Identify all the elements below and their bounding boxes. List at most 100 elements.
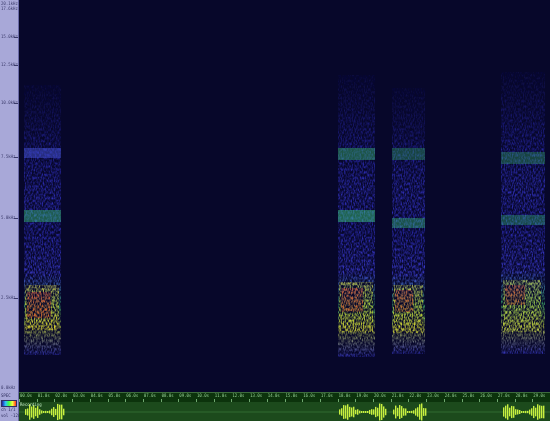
spectrogram-image xyxy=(24,72,545,357)
waveform-image xyxy=(19,403,550,421)
waveform-sample xyxy=(517,409,519,415)
waveform-sample xyxy=(527,410,529,414)
waveform-sample xyxy=(421,403,423,421)
waveform-sample xyxy=(405,408,407,416)
waveform-sample xyxy=(419,404,421,420)
energy-hotspots xyxy=(25,280,541,333)
waveform-sample xyxy=(361,411,363,413)
frequency-axis-top-sublabel: 17.6kHz xyxy=(1,6,18,11)
waveform-sample xyxy=(525,410,527,414)
time-tick-label: 19.0s xyxy=(356,393,369,398)
waveform-sample xyxy=(411,410,413,414)
waveform-sample xyxy=(39,409,41,415)
waveform-sample xyxy=(341,408,343,416)
frequency-axis: 20.1kHz 17.6kHz 15.0kHz 12.5kHz 10.0kHz … xyxy=(0,0,19,392)
waveform-sample xyxy=(49,410,51,414)
waveform-sample xyxy=(423,408,425,416)
waveform-sample xyxy=(383,406,385,418)
waveform-sample xyxy=(57,403,59,421)
time-tick-label: 10.0s xyxy=(197,393,210,398)
time-tick-label: 02.0s xyxy=(55,393,68,398)
time-tick-label: 01.0s xyxy=(37,393,50,398)
waveform-sample xyxy=(27,408,29,416)
waveform-sample xyxy=(37,406,39,418)
time-tick-label: 22.0s xyxy=(409,393,422,398)
waveform-sample xyxy=(367,411,369,413)
waveform-sample xyxy=(353,406,355,418)
waveform-sample xyxy=(409,411,411,413)
waveform-sample xyxy=(509,407,511,417)
colormap-swatch[interactable] xyxy=(1,400,17,407)
spectrogram-window: 20.1kHz 17.6kHz 15.0kHz 12.5kHz 10.0kHz … xyxy=(0,0,550,421)
waveform-sample xyxy=(343,405,345,419)
waveform-sample xyxy=(425,408,427,416)
waveform-sample xyxy=(385,408,387,416)
waveform-sample xyxy=(355,409,357,415)
frequency-tick-mark xyxy=(14,65,18,66)
time-tick-label: 00.0s xyxy=(20,393,33,398)
time-tick-label: 29.0s xyxy=(533,393,546,398)
waveform-sample xyxy=(365,411,367,413)
waveform-sample xyxy=(413,410,415,414)
time-tick-label: 04.0s xyxy=(90,393,103,398)
waveform-sample xyxy=(357,409,359,415)
time-tick-label: 09.0s xyxy=(179,393,192,398)
waveform-sample xyxy=(53,407,55,417)
time-tick-label: 17.0s xyxy=(320,393,333,398)
time-tick-label: 25.0s xyxy=(462,393,475,398)
waveform-sample xyxy=(363,411,365,413)
waveform-track[interactable]: Recording xyxy=(19,402,550,421)
frequency-tick-mark xyxy=(14,218,18,219)
waveform-sample xyxy=(543,405,545,419)
time-tick-label: 18.0s xyxy=(338,393,351,398)
time-tick-label: 23.0s xyxy=(427,393,440,398)
waveform-sample xyxy=(397,407,399,417)
time-tick-label: 11.0s xyxy=(214,393,227,398)
waveform-sample xyxy=(373,409,375,415)
waveform-sample xyxy=(377,407,379,417)
time-tick-label: 26.0s xyxy=(480,393,493,398)
time-tick-label: 03.0s xyxy=(73,393,86,398)
waveform-sample xyxy=(33,405,35,419)
waveform-track-label: Recording xyxy=(20,402,42,407)
waveform-sample xyxy=(539,405,541,419)
waveform-sample xyxy=(59,404,61,420)
waveform-sample xyxy=(407,411,409,413)
waveform-sample xyxy=(339,409,341,415)
time-tick-label: 05.0s xyxy=(108,393,121,398)
waveform-sample xyxy=(519,410,521,414)
waveform-sample xyxy=(537,404,539,420)
waveform-sample xyxy=(401,406,403,418)
waveform-sample xyxy=(503,407,505,417)
waveform-sample xyxy=(55,408,57,416)
waveform-sample xyxy=(511,405,513,419)
waveform-sample xyxy=(417,407,419,417)
frequency-tick-mark xyxy=(14,37,18,38)
waveform-sample xyxy=(347,404,349,420)
status-channel-label: ch 1/1 xyxy=(1,407,16,412)
waveform-sample xyxy=(515,409,517,415)
time-tick-label: 27.0s xyxy=(497,393,510,398)
waveform-sample xyxy=(505,405,507,419)
waveform-sample xyxy=(403,408,405,416)
time-tick-label: 28.0s xyxy=(515,393,528,398)
spectrogram-canvas[interactable] xyxy=(19,0,550,392)
waveform-sample xyxy=(51,408,53,416)
waveform-sample xyxy=(45,410,47,414)
waveform-sample xyxy=(47,410,49,414)
waveform-sample xyxy=(345,405,347,419)
formant-bands xyxy=(24,148,545,228)
waveform-sample xyxy=(535,407,537,417)
waveform-sample xyxy=(513,406,515,418)
waveform-sample xyxy=(399,405,401,419)
waveform-sample xyxy=(393,409,395,415)
waveform-sample xyxy=(61,404,63,420)
waveform-sample xyxy=(379,403,381,421)
time-tick-label: 06.0s xyxy=(126,393,139,398)
time-tick-label: 08.0s xyxy=(161,393,174,398)
time-tick-label: 16.0s xyxy=(303,393,316,398)
time-tick-label: 24.0s xyxy=(444,393,457,398)
waveform-sample xyxy=(35,407,37,417)
status-mode-label: SPEC xyxy=(1,393,11,398)
waveform-sample xyxy=(529,409,531,415)
